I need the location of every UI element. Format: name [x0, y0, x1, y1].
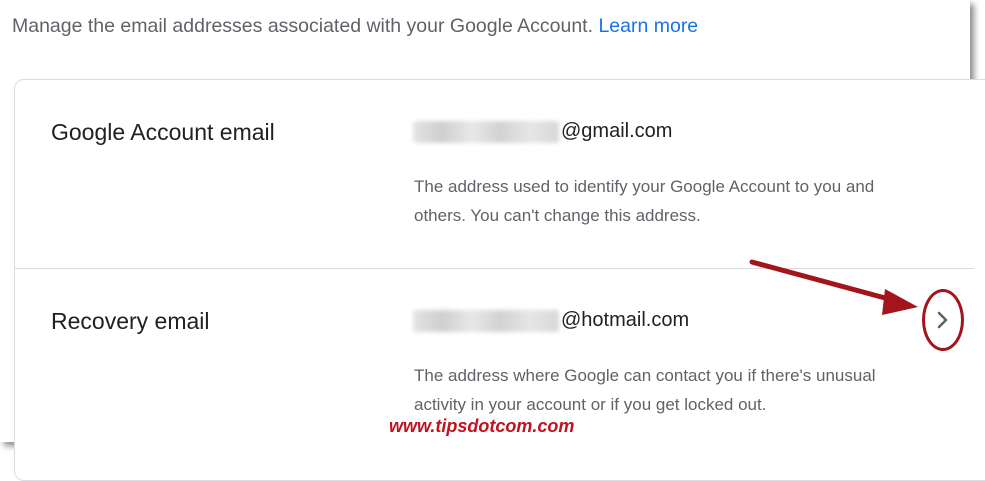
intro-text: Manage the email addresses associated wi…: [12, 15, 698, 38]
description-line: The address where Google can contact you…: [414, 366, 876, 385]
chevron-right-icon: [937, 311, 948, 329]
intro-description: Manage the email addresses associated wi…: [12, 15, 594, 37]
redacted-username: [413, 120, 559, 143]
gmail-domain: @gmail.com: [561, 120, 673, 142]
description-line: The address used to identify your Google…: [414, 177, 875, 196]
recovery-email-description: The address where Google can contact you…: [414, 361, 934, 419]
row-divider: [14, 268, 974, 269]
description-line: others. You can't change this address.: [414, 206, 701, 225]
recovery-email-value[interactable]: @hotmail.com: [413, 309, 689, 332]
recovery-email-title[interactable]: Recovery email: [51, 308, 210, 335]
watermark: www.tipsdotcom.com: [389, 416, 575, 436]
recovery-email-edit-button[interactable]: [922, 289, 964, 351]
learn-more-link[interactable]: Learn more: [598, 15, 698, 37]
google-account-email-title: Google Account email: [51, 119, 275, 145]
google-account-email-value: @gmail.com: [413, 120, 672, 143]
description-line: activity in your account or if you get l…: [414, 395, 767, 414]
redacted-username: [413, 309, 559, 332]
hotmail-domain: @hotmail.com: [561, 309, 690, 331]
google-account-email-description: The address used to identify your Google…: [414, 172, 934, 230]
